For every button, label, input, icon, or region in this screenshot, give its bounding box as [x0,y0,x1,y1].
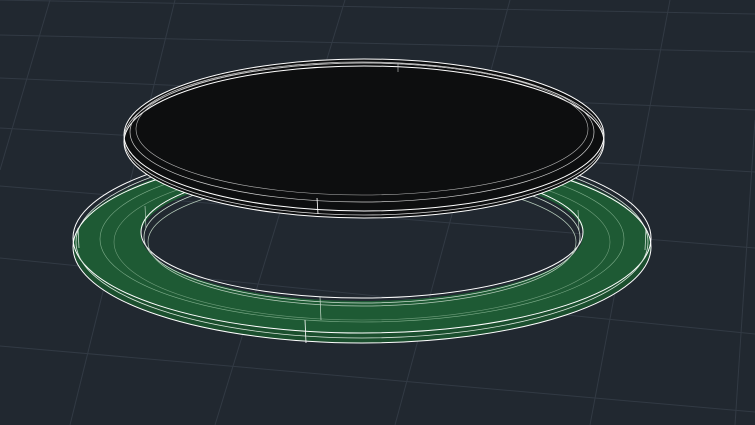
drawing-viewport[interactable] [0,0,755,425]
upper-disc[interactable] [123,58,605,219]
model-space-canvas[interactable] [0,0,755,425]
